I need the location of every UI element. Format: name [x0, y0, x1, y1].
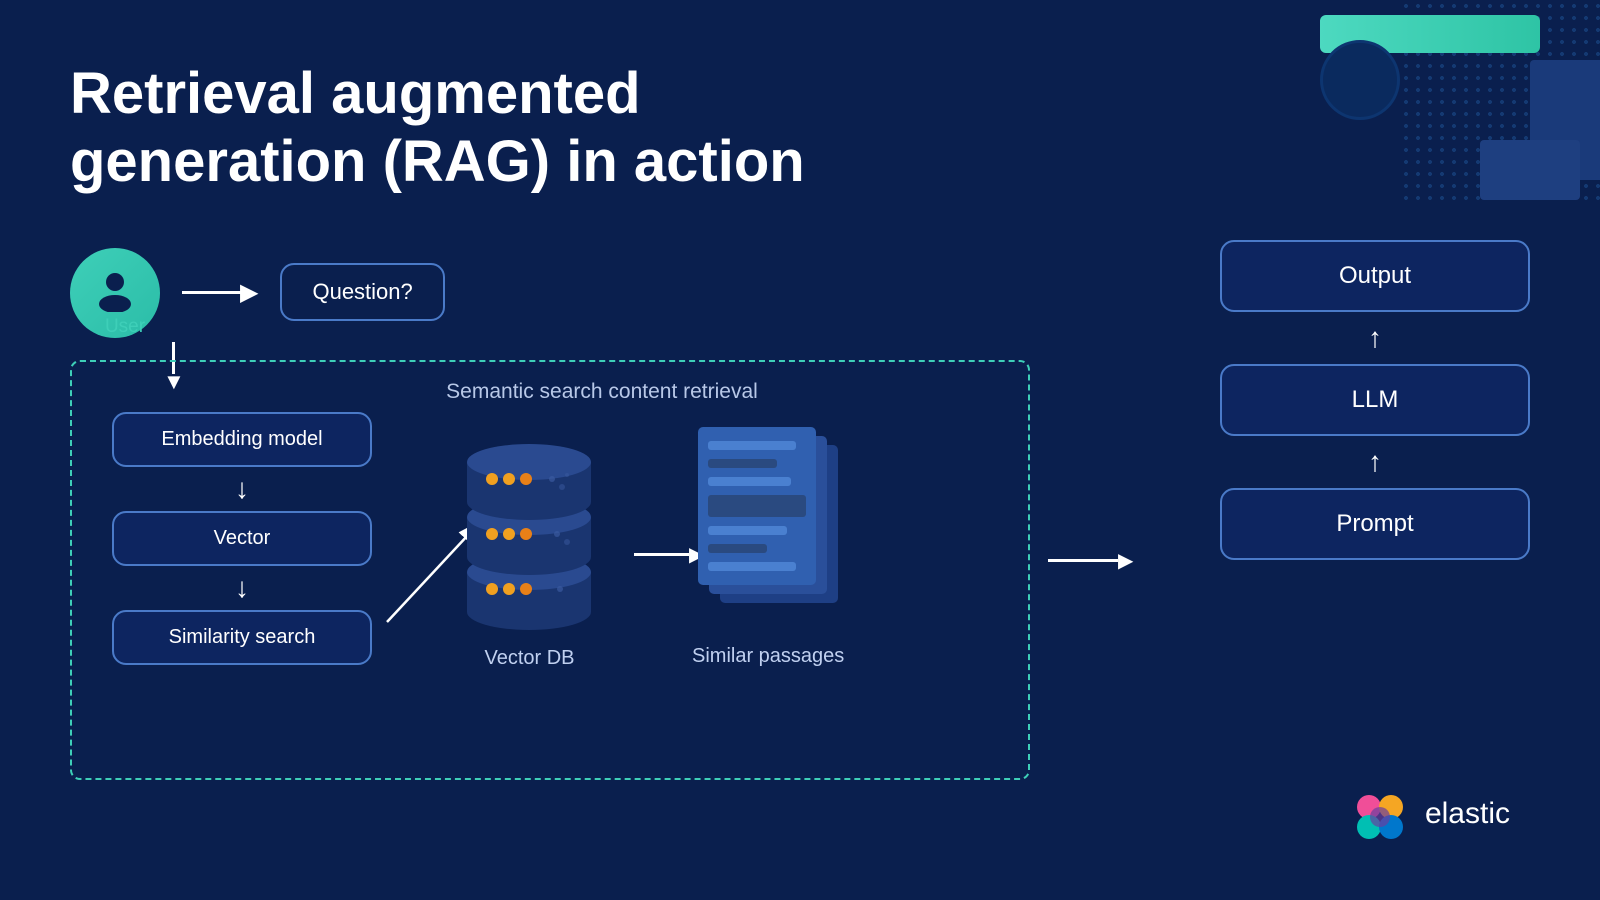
- similarity-search-box: Similarity search: [112, 610, 372, 665]
- dashed-rag-container: Semantic search content retrieval Embedd…: [70, 360, 1030, 780]
- vector-box: Vector: [112, 511, 372, 566]
- passages-label: Similar passages: [692, 645, 844, 668]
- prompt-box: Prompt: [1220, 488, 1530, 560]
- llm-to-output-arrow: ↑: [1368, 324, 1382, 352]
- embedding-model-box: Embedding model: [112, 412, 372, 467]
- prompt-to-llm-arrow: ↑: [1368, 448, 1382, 476]
- bg-circle-decoration: [1320, 40, 1400, 120]
- pipeline-column: Embedding model ↓ Vector ↓ Similarity se…: [112, 412, 372, 665]
- vector-to-similarity-arrow: ↓: [235, 574, 249, 602]
- elastic-logo: elastic: [1349, 783, 1510, 845]
- page-title: Retrieval augmented generation (RAG) in …: [70, 60, 805, 197]
- bg-rect2-decoration: [1480, 140, 1580, 200]
- vector-db-icon: [442, 427, 617, 637]
- passages-to-prompt-arrow: ▶: [1048, 548, 1133, 573]
- output-box: Output: [1220, 240, 1530, 312]
- question-box: Question?: [280, 263, 444, 321]
- passages-stack: [698, 427, 838, 627]
- elastic-logo-icon: [1349, 783, 1411, 845]
- person-icon: [93, 268, 137, 318]
- vector-db-area: Vector DB: [442, 427, 617, 670]
- vector-db-label: Vector DB: [484, 647, 574, 670]
- user-to-question-arrow: ▶: [182, 278, 258, 307]
- elastic-text: elastic: [1425, 797, 1510, 831]
- passages-area: Similar passages: [692, 427, 844, 668]
- user-label: User: [80, 316, 170, 338]
- right-panel: Output ↑ LLM ↑ Prompt: [1220, 240, 1530, 560]
- llm-box: LLM: [1220, 364, 1530, 436]
- embedding-to-vector-arrow: ↓: [235, 475, 249, 503]
- semantic-search-label: Semantic search content retrieval: [412, 380, 792, 404]
